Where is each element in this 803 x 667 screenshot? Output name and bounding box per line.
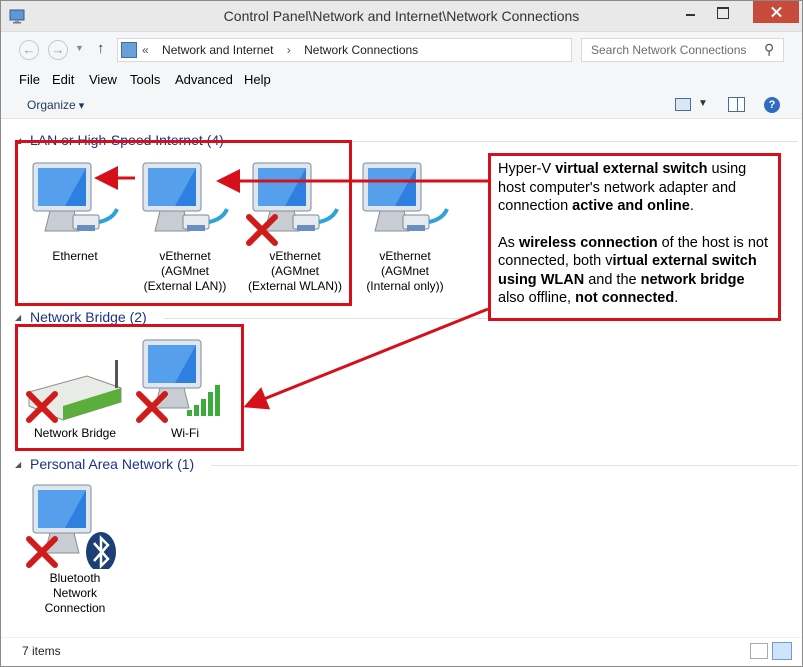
callout-text-bold: network bridge [640,271,745,288]
callout-text-bold: virtual external switch [555,161,708,177]
callout-text: As [498,234,519,251]
callout-text: also offline, [498,290,576,306]
explorer-window: Control Panel\Network and Internet\Netwo… [0,0,803,667]
callout-text: . [689,198,694,214]
callout-text-bold: wireless connection [518,234,658,251]
large-icons-view-icon[interactable] [772,642,792,660]
annotation-arrows [94,166,489,410]
status-bar: 7 items [1,637,802,666]
item-count: 7 items [22,644,61,658]
callout-text-bold: not connected [575,290,675,306]
annotation-callout: Hyper-V virtual external switch using ho… [488,153,781,321]
callout-text: . [674,290,679,306]
details-view-icon[interactable] [750,643,768,659]
callout-paragraph-1: Hyper-V virtual external switch using ho… [498,160,772,216]
callout-text-bold: active and online [572,198,690,214]
callout-paragraph-2: As wireless connection of the host is no… [498,234,772,308]
callout-text: Hyper-V [498,161,556,177]
callout-text: and the [584,271,641,288]
arrow-to-bridge [243,307,489,410]
